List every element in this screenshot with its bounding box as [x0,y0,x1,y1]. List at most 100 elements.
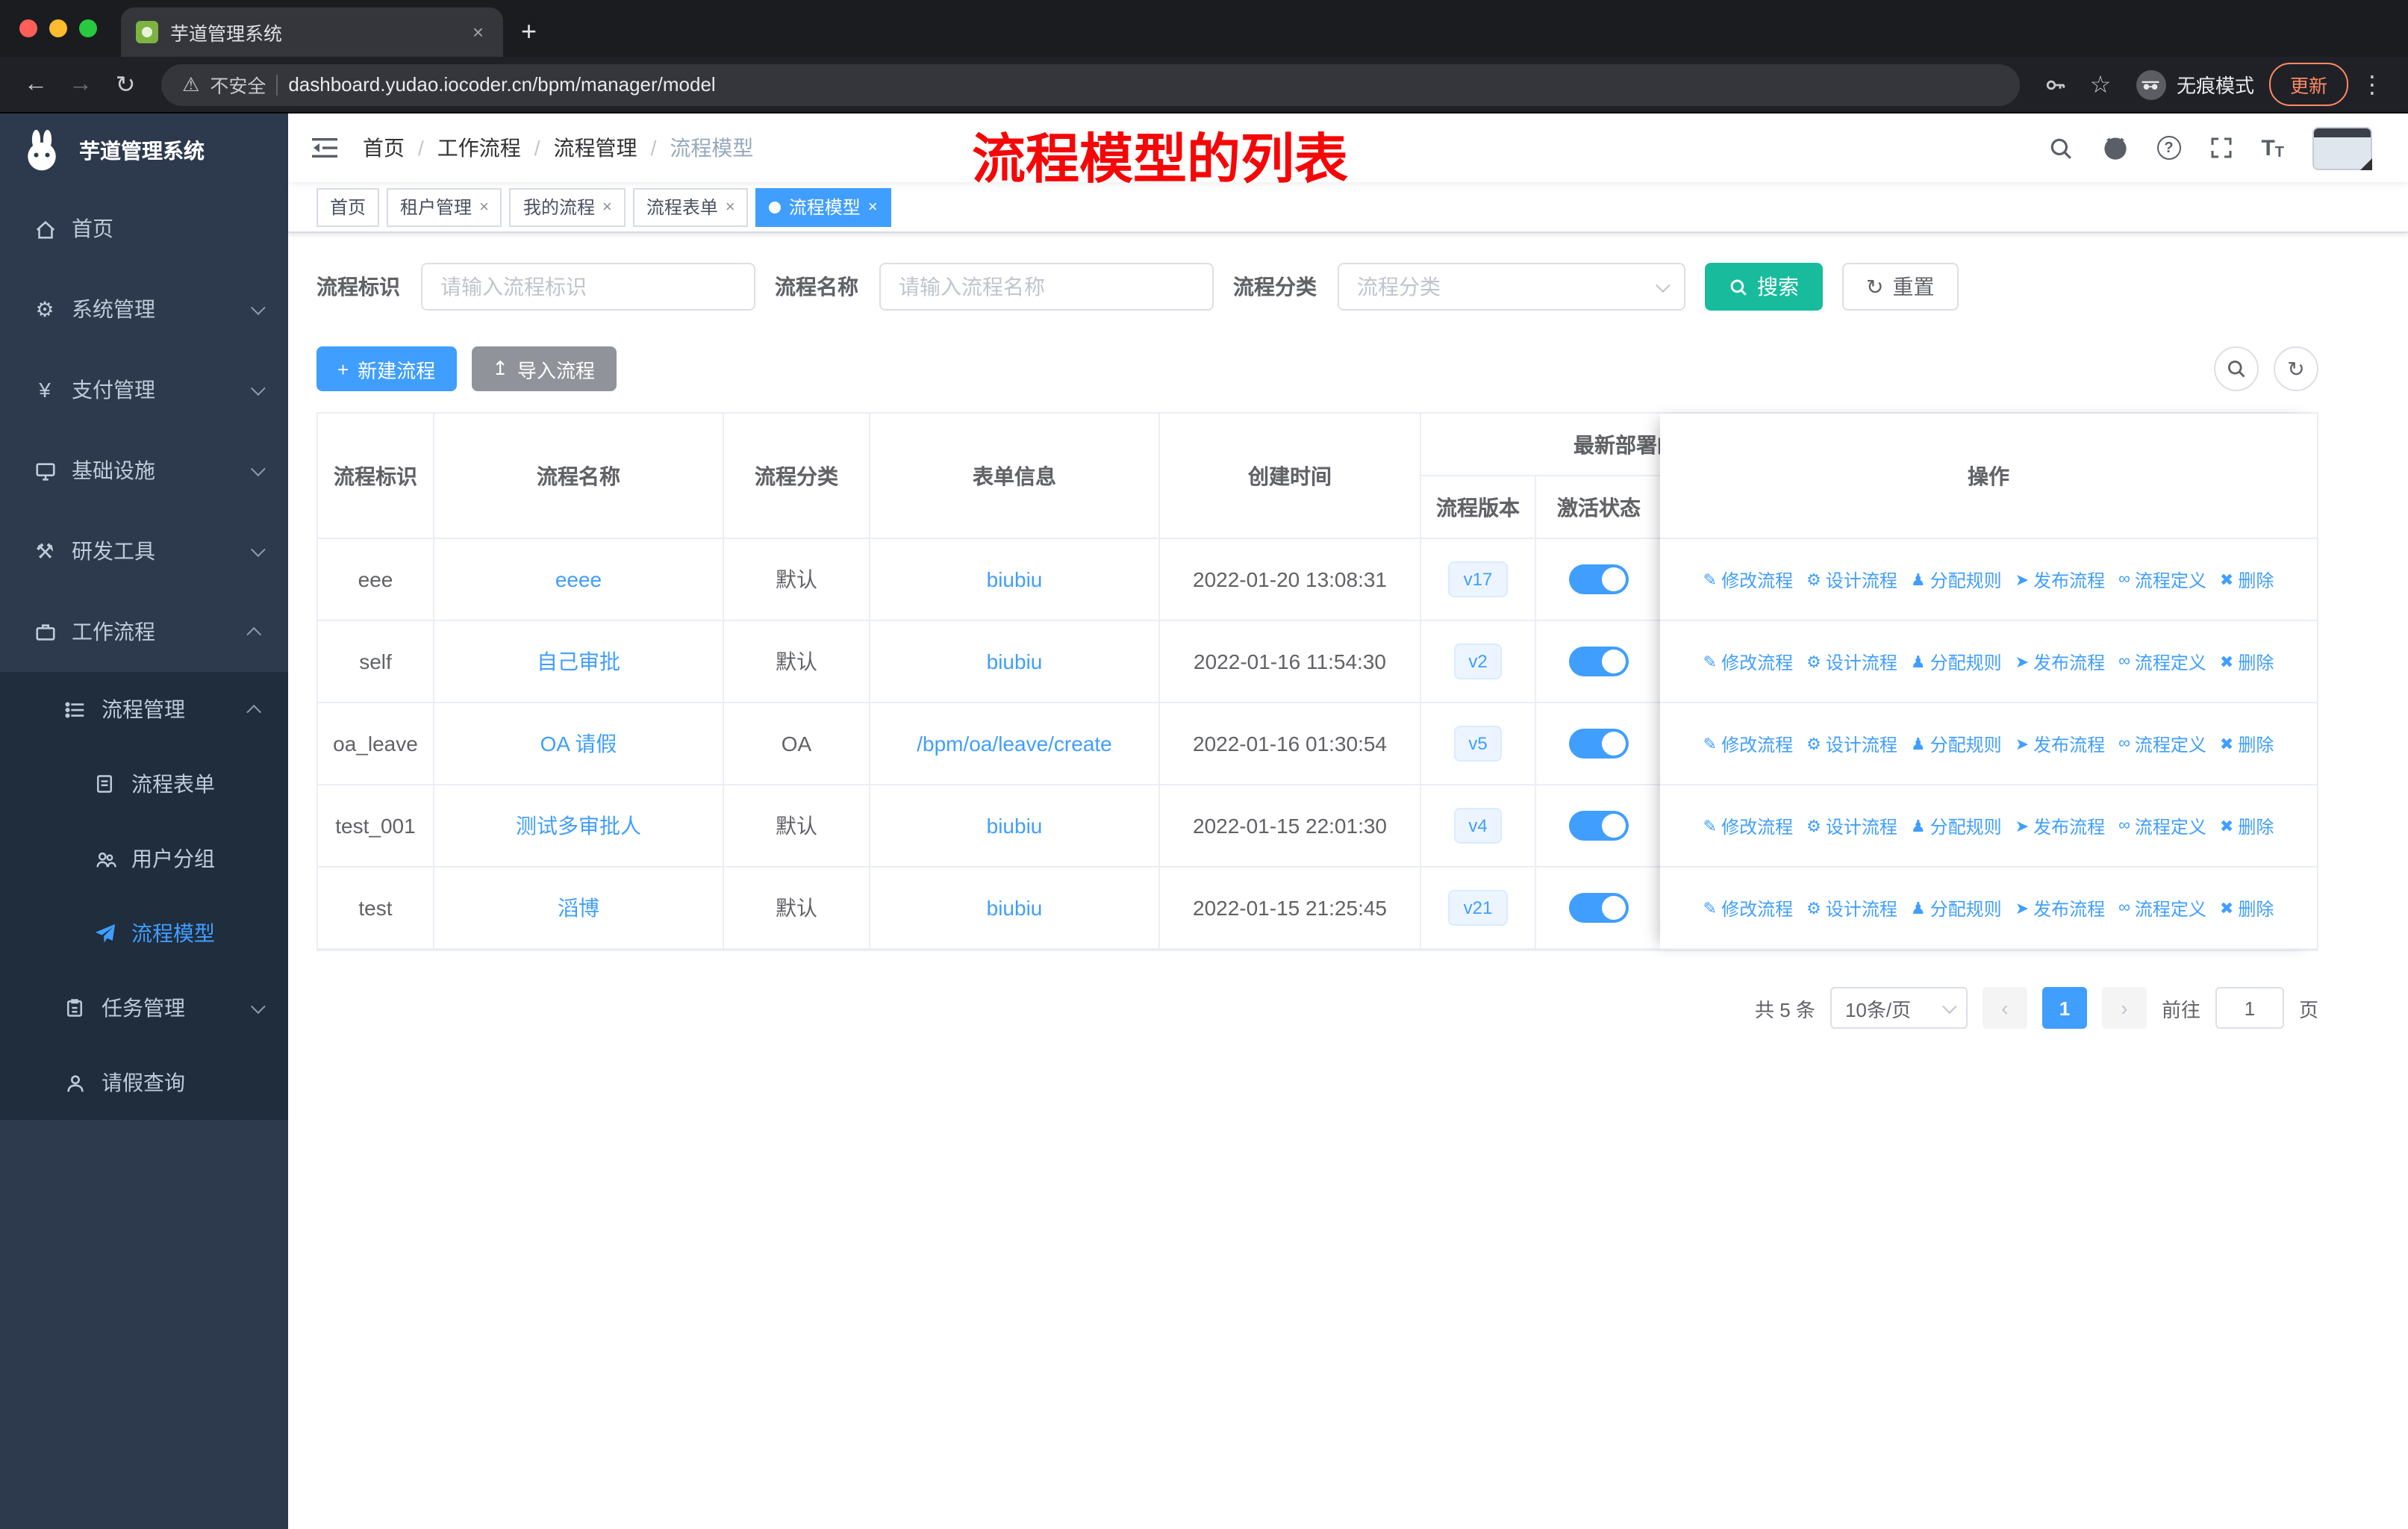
breadcrumb-item[interactable]: 工作流程 [437,133,521,163]
sidebar-toggle-icon[interactable] [312,136,339,160]
tag-process-form[interactable]: 流程表单 × [632,187,749,226]
tab-close-icon[interactable]: × [468,21,488,43]
delete-link[interactable]: ✖ 删除 [2220,731,2274,756]
tag-close-icon[interactable]: × [868,198,878,216]
sidebar-item-leave-query[interactable]: 请假查询 [0,1045,288,1120]
toggle-search-button[interactable] [2214,346,2259,391]
design-process-link[interactable]: ⚙ 设计流程 [1806,731,1897,756]
process-definition-link[interactable]: ∞ 流程定义 [2118,813,2206,838]
assign-rule-link[interactable]: ♟ 分配规则 [1911,567,2002,592]
address-bar[interactable]: ⚠ 不安全 dashboard.yudao.iocoder.cn/bpm/man… [161,63,2020,105]
assign-rule-link[interactable]: ♟ 分配规则 [1911,731,2002,756]
edit-process-link[interactable]: ✎ 修改流程 [1703,895,1793,921]
process-name-link[interactable]: 测试多审批人 [516,811,641,841]
process-id-input[interactable] [421,263,755,311]
forward-button[interactable]: → [60,63,102,105]
assign-rule-link[interactable]: ♟ 分配规则 [1911,649,2002,674]
design-process-link[interactable]: ⚙ 设计流程 [1806,813,1897,838]
publish-process-link[interactable]: ➤ 发布流程 [2015,731,2105,756]
active-toggle[interactable] [1569,647,1629,676]
sidebar-item-system[interactable]: ⚙ 系统管理 [0,269,288,349]
process-definition-link[interactable]: ∞ 流程定义 [2118,895,2206,921]
font-size-icon[interactable]: TT [2261,135,2284,161]
form-info-link[interactable]: biubiu [987,650,1043,673]
sidebar-item-payment[interactable]: ¥ 支付管理 [0,349,288,430]
tag-my-process[interactable]: 我的流程 × [509,187,626,226]
publish-process-link[interactable]: ➤ 发布流程 [2015,649,2105,674]
form-info-link[interactable]: biubiu [987,814,1043,838]
prev-page-button[interactable]: ‹ [1982,987,2027,1029]
zoom-window-button[interactable] [79,19,97,37]
edit-process-link[interactable]: ✎ 修改流程 [1703,731,1793,756]
assign-rule-link[interactable]: ♟ 分配规则 [1911,895,2002,921]
key-icon[interactable] [2035,63,2077,105]
form-info-link[interactable]: biubiu [987,567,1043,591]
reset-button[interactable]: ↻ 重置 [1842,263,1959,311]
update-button[interactable]: 更新 [2268,63,2348,106]
delete-link[interactable]: ✖ 删除 [2220,813,2274,838]
form-info-link[interactable]: /bpm/oa/leave/create [917,732,1112,756]
design-process-link[interactable]: ⚙ 设计流程 [1806,649,1897,674]
current-page-button[interactable]: 1 [2042,987,2087,1029]
github-icon[interactable] [2101,134,2128,161]
tag-close-icon[interactable]: × [479,198,489,216]
goto-page-input[interactable] [2215,987,2284,1029]
tag-close-icon[interactable]: × [602,198,612,216]
design-process-link[interactable]: ⚙ 设计流程 [1806,567,1897,592]
tag-tenant-management[interactable]: 租户管理 × [387,187,502,226]
publish-process-link[interactable]: ➤ 发布流程 [2015,567,2105,592]
close-window-button[interactable] [19,19,37,37]
delete-link[interactable]: ✖ 删除 [2220,895,2274,921]
process-name-input[interactable] [879,263,1214,311]
help-icon[interactable]: ? [2156,136,2181,160]
tag-home[interactable]: 首页 [316,187,380,226]
sidebar-item-home[interactable]: 首页 [0,188,288,269]
sidebar-item-task-management[interactable]: 任务管理 [0,971,288,1045]
delete-link[interactable]: ✖ 删除 [2220,649,2274,674]
publish-process-link[interactable]: ➤ 发布流程 [2015,895,2105,921]
active-toggle[interactable] [1569,811,1629,841]
publish-process-link[interactable]: ➤ 发布流程 [2015,813,2105,838]
sidebar-item-process-model[interactable]: 流程模型 [0,896,288,971]
breadcrumb-item[interactable]: 流程管理 [554,133,637,163]
tag-process-model[interactable]: 流程模型 × [755,187,891,226]
search-icon[interactable] [2047,135,2073,161]
fullscreen-icon[interactable] [2209,136,2233,160]
edit-process-link[interactable]: ✎ 修改流程 [1703,567,1793,592]
tag-close-icon[interactable]: × [726,198,735,216]
breadcrumb-item[interactable]: 首页 [363,133,405,163]
sidebar-item-user-group[interactable]: 用户分组 [0,821,288,896]
process-name-link[interactable]: OA 请假 [540,729,617,759]
process-definition-link[interactable]: ∞ 流程定义 [2118,649,2206,674]
sidebar-item-workflow[interactable]: 工作流程 [0,591,288,672]
search-button[interactable]: 搜索 [1705,263,1823,311]
browser-menu-icon[interactable]: ⋮ [2351,63,2393,105]
process-definition-link[interactable]: ∞ 流程定义 [2118,731,2206,756]
back-button[interactable]: ← [15,63,57,105]
process-definition-link[interactable]: ∞ 流程定义 [2118,567,2206,592]
process-name-link[interactable]: 滔博 [558,893,599,923]
process-name-link[interactable]: 自己审批 [537,647,620,676]
active-toggle[interactable] [1569,564,1629,594]
design-process-link[interactable]: ⚙ 设计流程 [1806,895,1897,921]
sidebar-item-process-management[interactable]: 流程管理 [0,672,288,747]
minimize-window-button[interactable] [49,19,67,37]
browser-tab[interactable]: 芋道管理系统 × [121,7,503,57]
delete-link[interactable]: ✖ 删除 [2220,567,2274,592]
bookmark-star-icon[interactable]: ☆ [2080,63,2121,105]
active-toggle[interactable] [1569,729,1629,759]
avatar[interactable] [2312,126,2372,169]
active-toggle[interactable] [1569,893,1629,923]
process-name-link[interactable]: eeee [555,567,602,591]
next-page-button[interactable]: › [2101,987,2147,1029]
edit-process-link[interactable]: ✎ 修改流程 [1703,813,1793,838]
create-process-button[interactable]: + 新建流程 [316,346,457,391]
process-category-select[interactable]: 流程分类 [1338,263,1685,311]
assign-rule-link[interactable]: ♟ 分配规则 [1911,813,2002,838]
sidebar-item-devtools[interactable]: ⚒ 研发工具 [0,511,288,591]
sidebar-item-infrastructure[interactable]: 基础设施 [0,430,288,511]
sidebar-item-process-form[interactable]: 流程表单 [0,747,288,821]
page-size-select[interactable]: 10条/页 [1830,987,1968,1029]
new-tab-button[interactable]: + [521,16,537,48]
reload-button[interactable]: ↻ [105,63,146,105]
